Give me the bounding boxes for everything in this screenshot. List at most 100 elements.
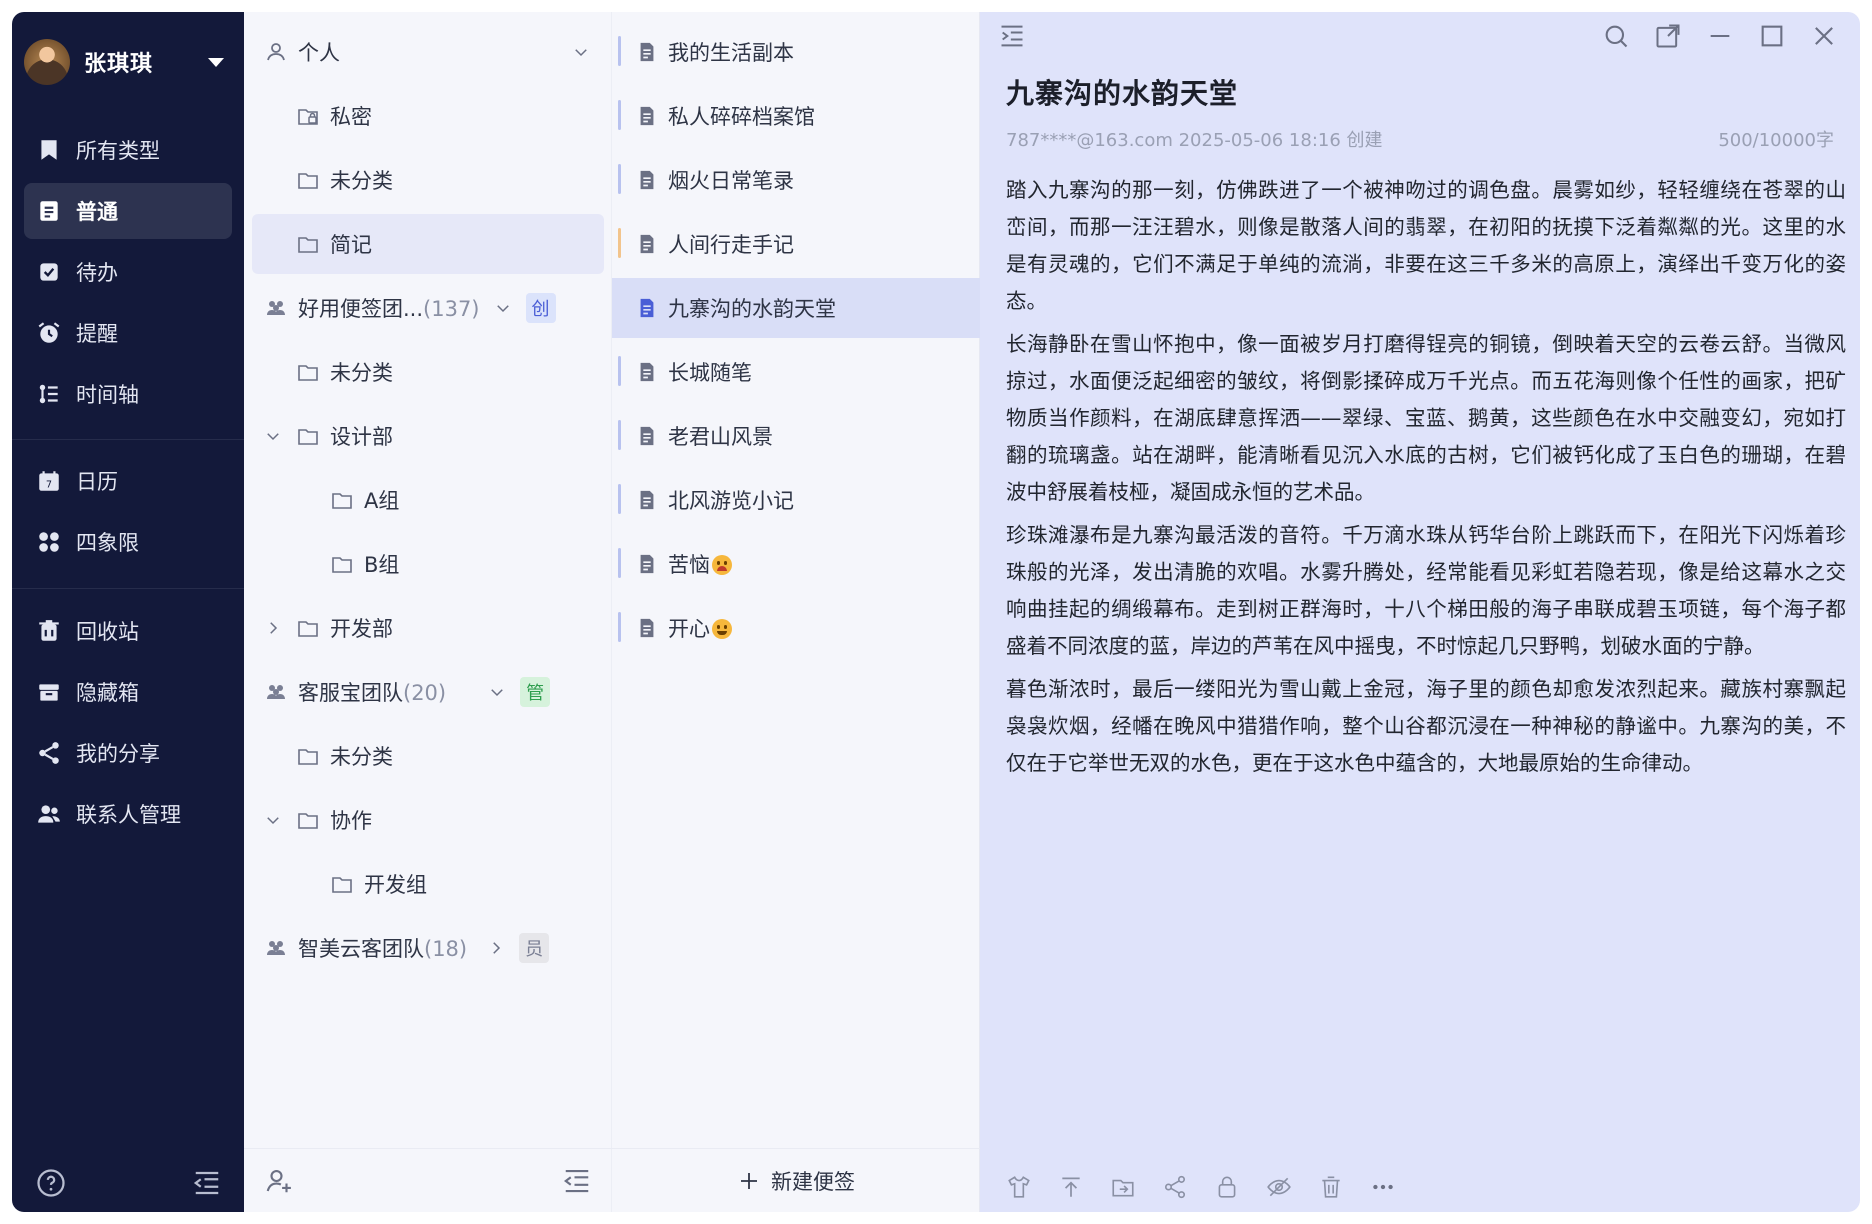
- folder-uncategorized[interactable]: 未分类: [252, 726, 604, 786]
- nav-label: 普通: [76, 200, 118, 224]
- note-item[interactable]: 北风游览小记: [612, 470, 980, 530]
- nav-my-share[interactable]: 我的分享: [24, 725, 232, 781]
- note-title-heading[interactable]: 九寨沟的水韵天堂: [1006, 72, 1238, 112]
- team-zhimeiyunke[interactable]: 智美云客团队(18) 员: [252, 918, 604, 978]
- note-item[interactable]: 开心: [612, 598, 980, 658]
- pin-top-icon[interactable]: [1058, 1174, 1084, 1200]
- share-icon[interactable]: [1162, 1174, 1188, 1200]
- new-note-button[interactable]: 新建便签: [612, 1148, 980, 1212]
- collapse-panel-icon[interactable]: [562, 1166, 592, 1196]
- delete-icon[interactable]: [1318, 1174, 1344, 1200]
- sidebar: 张琪琪 所有类型 普通 待办 提醒 时间轴 7 日历 四象限 回收站 隐藏箱 我…: [12, 12, 244, 1212]
- move-folder-icon[interactable]: [1110, 1174, 1136, 1200]
- team-icon: [267, 941, 285, 955]
- calendar-icon: 7: [39, 471, 59, 491]
- chevron-right-icon[interactable]: [264, 619, 282, 637]
- help-icon[interactable]: [36, 1168, 66, 1198]
- folder-label: 开发部: [330, 617, 393, 641]
- team-kefubao[interactable]: 客服宝团队(20) 管: [252, 662, 604, 722]
- folder-uncategorized[interactable]: 未分类: [252, 342, 604, 402]
- folder-label: 开发组: [364, 873, 427, 897]
- folder-uncategorized[interactable]: 未分类: [252, 150, 604, 210]
- search-icon[interactable]: [1602, 22, 1630, 50]
- chevron-down-icon[interactable]: [264, 427, 282, 445]
- nav-label: 四象限: [76, 531, 139, 555]
- note-paragraph: 长海静卧在雪山怀抱中，像一面被岁月打磨得锃亮的铜镜，倒映着天空的云卷云舒。当微风…: [1006, 332, 1846, 504]
- folder-icon: [298, 365, 318, 381]
- chevron-down-icon[interactable]: [488, 683, 506, 701]
- nav-normal[interactable]: 普通: [24, 183, 232, 239]
- folder-dev[interactable]: 开发部: [252, 598, 604, 658]
- note-icon: [640, 106, 654, 126]
- folder-icon: [298, 429, 318, 445]
- folder-personal[interactable]: 个人: [252, 22, 604, 82]
- note-body[interactable]: 踏入九寨沟的那一刻，仿佛跌进了一个被神吻过的调色盘。晨雾如纱，轻轻缠绕在苍翠的山…: [1006, 172, 1846, 788]
- note-item[interactable]: 苦恼: [612, 534, 980, 594]
- folder-label: B组: [364, 553, 400, 577]
- add-member-icon[interactable]: [264, 1166, 294, 1196]
- folder-label: A组: [364, 489, 400, 513]
- folder-label: 设计部: [330, 425, 393, 449]
- folder-devgroup[interactable]: 开发组: [252, 854, 604, 914]
- alarm-clock-icon: [38, 322, 60, 343]
- folder-private[interactable]: 私密: [252, 86, 604, 146]
- lock-icon[interactable]: [1214, 1174, 1240, 1200]
- note-item[interactable]: 长城随笔: [612, 342, 980, 402]
- note-color-bar: [618, 164, 621, 194]
- more-icon[interactable]: [1370, 1174, 1396, 1200]
- open-window-icon[interactable]: [1654, 22, 1682, 50]
- char-count: 500/10000字: [1718, 130, 1834, 151]
- folder-collab[interactable]: 协作: [252, 790, 604, 850]
- folder-jianji[interactable]: 简记: [252, 214, 604, 274]
- nav-label: 日历: [76, 470, 118, 494]
- note-color-bar: [618, 36, 621, 66]
- nav-quadrant[interactable]: 四象限: [24, 514, 232, 570]
- note-item[interactable]: 烟火日常笔录: [612, 150, 980, 210]
- note-item[interactable]: 私人碎碎档案馆: [612, 86, 980, 146]
- nav-all-types[interactable]: 所有类型: [24, 122, 232, 178]
- note-icon: [640, 362, 654, 382]
- caret-down-icon[interactable]: [208, 57, 224, 67]
- folder-panel: 个人 私密 未分类 简记 好用便签团...(137) 创 未分类 设计部 A组 …: [244, 12, 612, 1212]
- avatar[interactable]: [24, 39, 70, 85]
- note-item-selected[interactable]: 九寨沟的水韵天堂: [612, 278, 980, 338]
- nav-trash[interactable]: 回收站: [24, 603, 232, 659]
- expand-list-icon[interactable]: [998, 22, 1026, 50]
- nav-reminder[interactable]: 提醒: [24, 305, 232, 361]
- team-haoyong[interactable]: 好用便签团...(137) 创: [252, 278, 604, 338]
- minimize-icon[interactable]: [1706, 22, 1734, 50]
- share-icon: [39, 742, 59, 764]
- maximize-icon[interactable]: [1758, 22, 1786, 50]
- nav-label: 回收站: [76, 620, 139, 644]
- divider: [12, 588, 244, 589]
- chevron-down-icon[interactable]: [494, 299, 512, 317]
- note-paragraph: 踏入九寨沟的那一刻，仿佛跌进了一个被神吻过的调色盘。晨雾如纱，轻轻缠绕在苍翠的山…: [1006, 178, 1846, 313]
- folder-icon: [298, 813, 318, 829]
- collapse-sidebar-icon[interactable]: [192, 1168, 222, 1198]
- note-color-bar: [618, 548, 621, 578]
- note-title: 北风游览小记: [668, 489, 794, 513]
- folder-group-b[interactable]: B组: [252, 534, 604, 594]
- folder-design[interactable]: 设计部: [252, 406, 604, 466]
- user-profile[interactable]: 张琪琪: [24, 34, 234, 90]
- nav-hidden-box[interactable]: 隐藏箱: [24, 664, 232, 720]
- chevron-down-icon[interactable]: [572, 43, 590, 61]
- close-icon[interactable]: [1810, 22, 1838, 50]
- chevron-right-icon[interactable]: [487, 939, 505, 957]
- nav-todo[interactable]: 待办: [24, 244, 232, 300]
- nav-contacts[interactable]: 联系人管理: [24, 786, 232, 842]
- folder-label: 简记: [330, 233, 372, 257]
- shirt-skin-icon[interactable]: [1006, 1174, 1032, 1200]
- note-item[interactable]: 我的生活副本: [612, 22, 980, 82]
- editor-toolbar: [980, 1162, 1860, 1212]
- nav-timeline[interactable]: 时间轴: [24, 366, 232, 422]
- divider: [12, 439, 244, 440]
- folder-group-a[interactable]: A组: [252, 470, 604, 530]
- hide-eye-icon[interactable]: [1266, 1174, 1292, 1200]
- note-item[interactable]: 老君山风景: [612, 406, 980, 466]
- nav-label: 隐藏箱: [76, 681, 139, 705]
- nav-calendar[interactable]: 7 日历: [24, 453, 232, 509]
- team-label: 好用便签团...(137): [298, 293, 480, 323]
- note-item[interactable]: 人间行走手记: [612, 214, 980, 274]
- chevron-down-icon[interactable]: [264, 811, 282, 829]
